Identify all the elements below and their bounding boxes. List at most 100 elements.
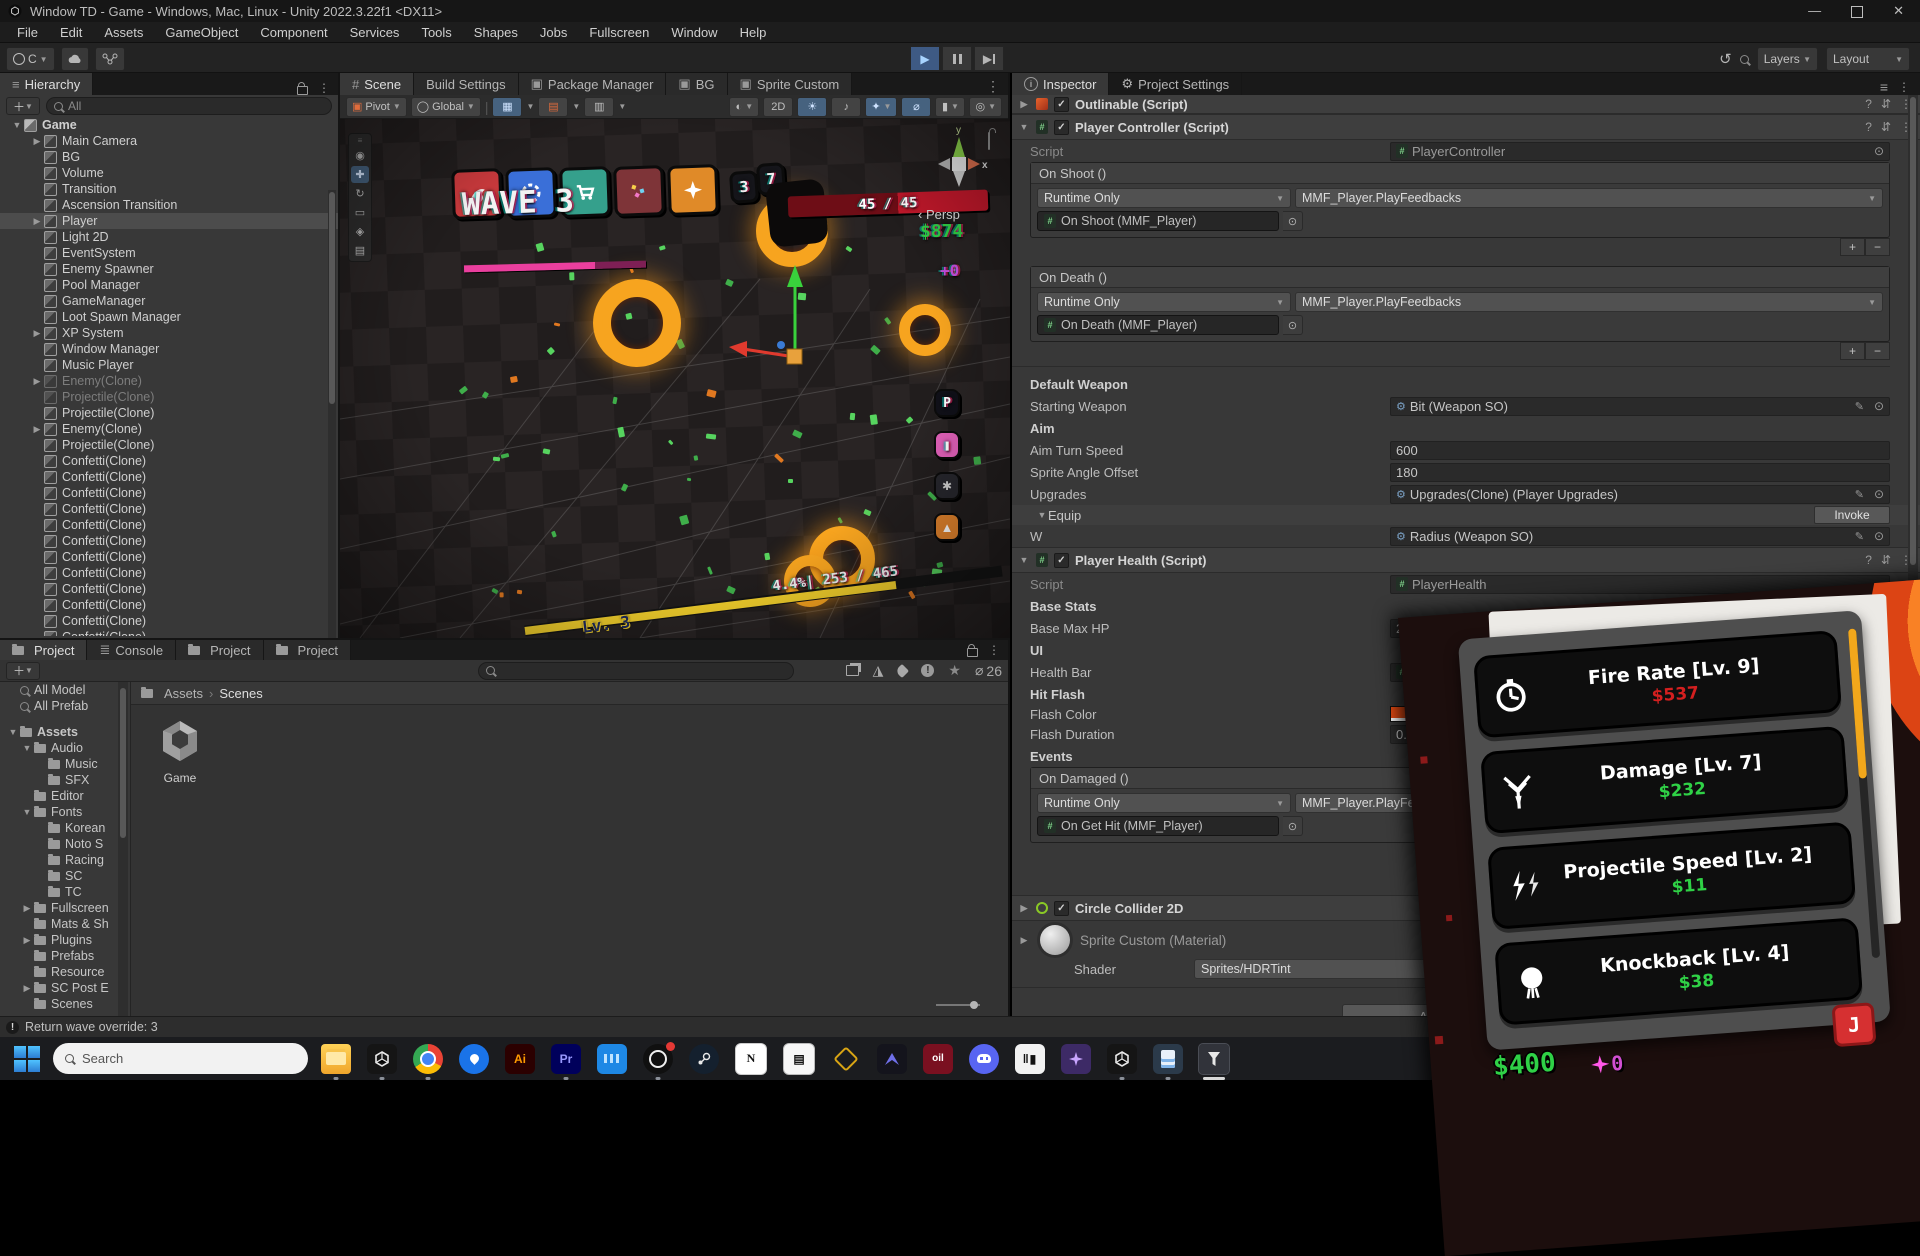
hidden-objects-toggle[interactable]: ⌀ (901, 97, 931, 117)
foldout-icon[interactable]: ▶ (30, 136, 44, 147)
play-button[interactable]: ▶ (910, 46, 940, 71)
event-method-dropdown[interactable]: MMF_Player.PlayFeedbacks▼ (1295, 188, 1883, 208)
project-tree-item-noto-s[interactable]: Noto S (0, 836, 128, 852)
presets-icon[interactable]: ⇵ (1881, 97, 1891, 111)
event-method-dropdown[interactable]: MMF_Player.PlayFeedbacks▼ (1295, 292, 1883, 312)
project-tree-item-resource[interactable]: Resource (0, 964, 128, 980)
help-icon[interactable]: ? (1865, 97, 1872, 111)
maximize-button[interactable] (1851, 6, 1863, 18)
kebab-menu-icon[interactable]: ⋮ (318, 81, 330, 95)
hierarchy-item-confetti-clone[interactable]: Confetti(Clone) (0, 469, 338, 485)
project-tree-item-racing[interactable]: Racing (0, 852, 128, 868)
taskbar-icon-tally[interactable]: ‖▮ (1015, 1044, 1045, 1074)
hierarchy-item-confetti-clone[interactable]: Confetti(Clone) (0, 453, 338, 469)
shading-mode-dropdown[interactable]: ◐▼ (729, 97, 759, 117)
hidden-count-eye-icon[interactable]: ⌀ 26 (975, 662, 1002, 679)
hierarchy-item-projectile-clone[interactable]: Projectile(Clone) (0, 405, 338, 421)
project-tree-item-fullscreen[interactable]: ▶Fullscreen (0, 900, 128, 916)
hierarchy-item-transition[interactable]: Transition (0, 181, 338, 197)
taskbar-icon-file-explorer[interactable] (321, 1044, 351, 1074)
taskbar-icon-discord[interactable] (969, 1044, 999, 1074)
breadcrumb-scenes[interactable]: Scenes (219, 686, 262, 701)
foldout-icon[interactable]: ▼ (1018, 122, 1030, 132)
taskbar-icon-active-app[interactable] (1199, 1044, 1229, 1074)
enabled-checkbox[interactable]: ✓ (1054, 553, 1069, 568)
snap-increment-toggle[interactable]: ▤ (538, 97, 568, 117)
menu-tools[interactable]: Tools (410, 25, 462, 40)
kebab-menu-icon[interactable]: ⋮ (1898, 80, 1910, 94)
hierarchy-item-confetti-clone[interactable]: Confetti(Clone) (0, 613, 338, 629)
hierarchy-item-confetti-clone[interactable]: Confetti(Clone) (0, 485, 338, 501)
hierarchy-item-confetti-clone[interactable]: Confetti(Clone) (0, 581, 338, 597)
foldout-icon[interactable]: ▶ (20, 935, 34, 946)
hierarchy-item-music-player[interactable]: Music Player (0, 357, 338, 373)
audio-toggle[interactable]: ♪ (831, 97, 861, 117)
aim-turn-speed-input[interactable]: 600 (1390, 441, 1890, 460)
upgrade-card-damage[interactable]: Damage [Lv. 7]$232 (1480, 726, 1849, 834)
upgrade-card-fire-rate[interactable]: Fire Rate [Lv. 9]$537 (1473, 630, 1842, 738)
menu-edit[interactable]: Edit (49, 25, 93, 40)
tab-project-0[interactable]: Project (0, 640, 87, 660)
project-tree-item-assets[interactable]: ▼Assets (0, 724, 128, 740)
hierarchy-item-projectile-clone[interactable]: Projectile(Clone) (0, 437, 338, 453)
add-event-button[interactable]: + (1840, 238, 1865, 256)
tab-hierarchy[interactable]: ≡ Hierarchy (0, 73, 93, 95)
hierarchy-item-enemy-clone[interactable]: ▶Enemy(Clone) (0, 421, 338, 437)
taskbar-icon-obs-studio[interactable] (643, 1044, 673, 1074)
project-tree-scrollbar[interactable] (118, 682, 128, 1016)
component-header-outlinable[interactable]: ▶ ✓ Outlinable (Script) ?⇵⋮ (1012, 95, 1920, 114)
hierarchy-item-enemy-spawner[interactable]: Enemy Spawner (0, 261, 338, 277)
icon-size-slider[interactable] (936, 1004, 980, 1006)
hierarchy-item-game[interactable]: ▼Game (0, 117, 338, 133)
material-foldout-icon[interactable]: ▶ (1018, 935, 1030, 946)
tab-build-settings[interactable]: Build Settings (414, 73, 519, 95)
project-tree-item-sfx[interactable]: SFX (0, 772, 128, 788)
event-mode-dropdown[interactable]: Runtime Only▼ (1037, 793, 1291, 813)
taskbar-icon-steam[interactable] (689, 1044, 719, 1074)
equip-foldout[interactable]: ▼Equip Invoke (1012, 505, 1920, 525)
tab-package-manager[interactable]: ▣Package Manager (519, 73, 667, 95)
lock-icon[interactable] (967, 648, 978, 657)
hierarchy-item-volume[interactable]: Volume (0, 165, 338, 181)
starting-weapon-object-field[interactable]: ⚙ Bit (Weapon SO) ✎ ⊙ (1390, 397, 1890, 416)
grid-snap-toggle[interactable]: ▦ (492, 97, 522, 117)
event-target-object-field[interactable]: #On Shoot (MMF_Player) (1037, 211, 1279, 231)
script-object-field[interactable]: # PlayerController ⊙ (1390, 142, 1890, 161)
hierarchy-item-pool-manager[interactable]: Pool Manager (0, 277, 338, 293)
taskbar-icon-unity-hub[interactable] (367, 1044, 397, 1074)
project-tree-item-editor[interactable]: Editor (0, 788, 128, 804)
taskbar-icon-notes[interactable] (1153, 1044, 1183, 1074)
project-tree-item-all-prefab[interactable]: All Prefab (0, 698, 128, 714)
project-tree-item-audio[interactable]: ▼Audio (0, 740, 128, 756)
taskbar-icon-purple-arrow[interactable] (877, 1044, 907, 1074)
project-tree-item-music[interactable]: Music (0, 756, 128, 772)
material-preview-sphere[interactable] (1040, 925, 1070, 955)
hierarchy-item-xp-system[interactable]: ▶XP System (0, 325, 338, 341)
taskbar-search-input[interactable]: Search (53, 1043, 308, 1074)
foldout-icon[interactable]: ▶ (30, 216, 44, 227)
taskbar-icon-chrome[interactable] (413, 1044, 443, 1074)
effects-toggle[interactable]: ✦▼ (865, 97, 897, 117)
object-picker-button[interactable]: ⊙ (1283, 816, 1303, 836)
project-tree-item-fonts[interactable]: ▼Fonts (0, 804, 128, 820)
create-asset-button[interactable]: ＋ ▼ (6, 662, 40, 680)
kebab-menu-icon[interactable]: ⋮ (986, 78, 1008, 95)
add-gameobject-button[interactable]: ＋ ▼ (6, 97, 40, 115)
object-picker-icon[interactable]: ⊙ (1874, 144, 1884, 158)
foldout-icon[interactable]: ▼ (20, 807, 34, 817)
add-event-button[interactable]: + (1840, 342, 1865, 360)
sprite-angle-offset-input[interactable]: 180 (1390, 463, 1890, 482)
taskbar-icon-premiere[interactable]: Pr (551, 1044, 581, 1074)
foldout-icon[interactable]: ▶ (1018, 99, 1030, 110)
taskbar-icon-red-media[interactable]: oil (923, 1044, 953, 1074)
hierarchy-item-player[interactable]: ▶Player (0, 213, 338, 229)
foldout-icon[interactable]: ▶ (20, 983, 34, 994)
tab-project-settings[interactable]: ⚙ Project Settings (1109, 73, 1242, 95)
enabled-checkbox[interactable]: ✓ (1054, 901, 1069, 916)
edit-pen-icon[interactable]: ✎ (1855, 488, 1864, 501)
foldout-icon[interactable]: ▼ (10, 120, 24, 130)
node-graph-button[interactable] (95, 47, 125, 71)
snap-increment-dropdown[interactable]: ▼ (572, 102, 580, 111)
start-button[interactable] (14, 1046, 40, 1072)
lighting-toggle[interactable]: ☀ (797, 97, 827, 117)
